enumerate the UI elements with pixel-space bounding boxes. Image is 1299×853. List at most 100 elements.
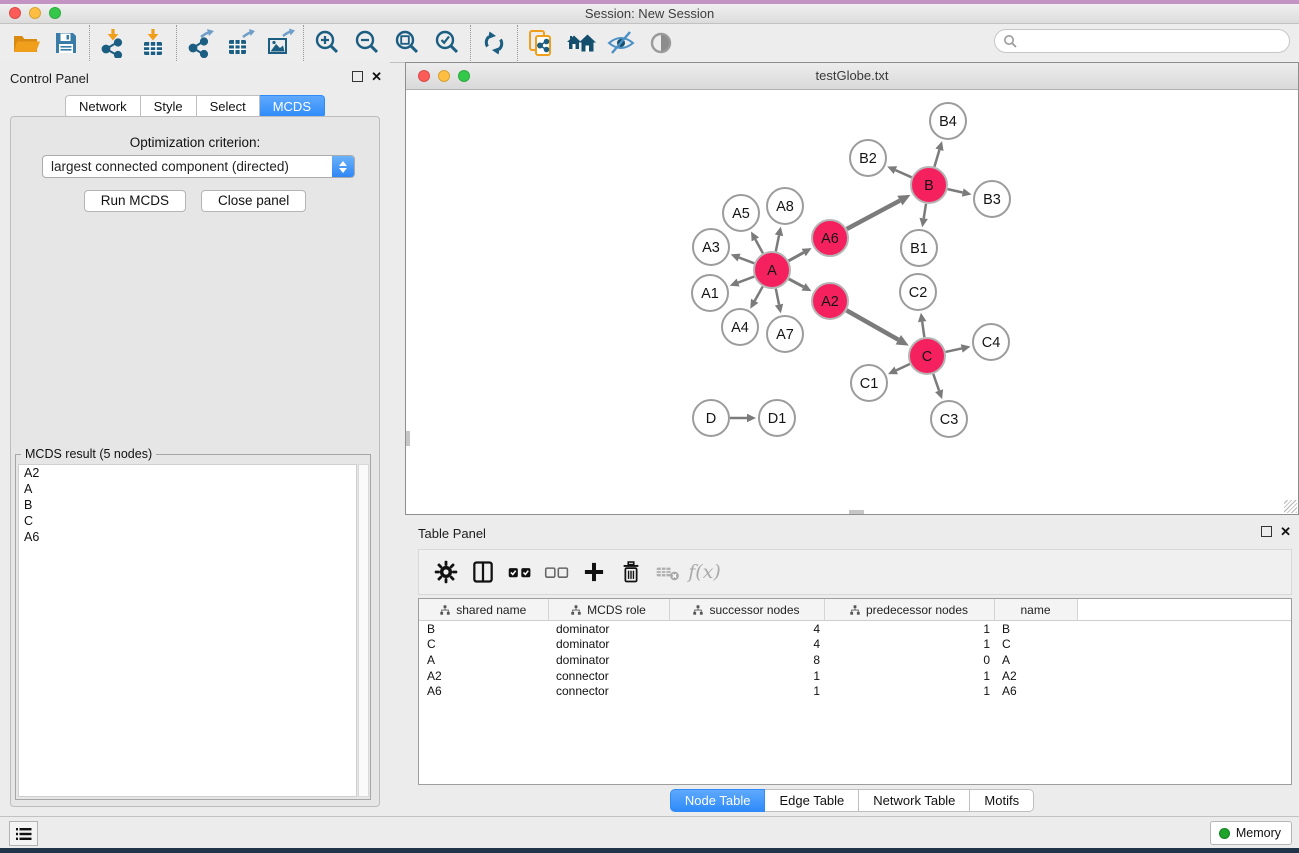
table-cell[interactable]: A2: [994, 668, 1077, 684]
column-header-MCDS-role[interactable]: MCDS role: [548, 599, 669, 621]
memory-button[interactable]: Memory: [1210, 821, 1292, 845]
graph-node-A7[interactable]: A7: [767, 316, 803, 352]
add-row-icon[interactable]: [575, 553, 612, 591]
network-horizontal-scroll-thumb[interactable]: [849, 510, 864, 514]
tab-node-table[interactable]: Node Table: [670, 789, 766, 812]
home-sessions-icon[interactable]: [561, 26, 601, 60]
run-mcds-button[interactable]: Run MCDS: [84, 190, 186, 212]
table-cell[interactable]: C: [994, 637, 1077, 653]
graph-node-B3[interactable]: B3: [974, 181, 1010, 217]
column-header-successor-nodes[interactable]: successor nodes: [669, 599, 824, 621]
column-header-name[interactable]: name: [994, 599, 1077, 621]
graph-node-B[interactable]: B: [911, 167, 947, 203]
mcds-result-item[interactable]: B: [19, 497, 356, 513]
criterion-dropdown[interactable]: largest connected component (directed): [42, 155, 355, 178]
table-cell[interactable]: dominator: [548, 637, 669, 653]
table-row[interactable]: Cdominator41C: [419, 637, 1291, 653]
close-panel-icon[interactable]: ✕: [371, 71, 382, 82]
graph-node-C2[interactable]: C2: [900, 274, 936, 310]
table-cell[interactable]: 0: [824, 652, 994, 668]
deselect-all-icon[interactable]: [538, 553, 575, 591]
graph-node-B1[interactable]: B1: [901, 230, 937, 266]
table-cell[interactable]: A: [419, 652, 548, 668]
delete-row-icon[interactable]: [612, 553, 649, 591]
table-row[interactable]: Bdominator41B: [419, 621, 1291, 637]
graph-node-C4[interactable]: C4: [973, 324, 1009, 360]
table-cell[interactable]: 1: [669, 683, 824, 699]
graph-node-B4[interactable]: B4: [930, 103, 966, 139]
zoom-out-icon[interactable]: [347, 26, 387, 60]
search-box[interactable]: [994, 29, 1290, 53]
table-cell[interactable]: dominator: [548, 621, 669, 637]
float-table-panel-icon[interactable]: [1261, 526, 1272, 537]
graph-node-C1[interactable]: C1: [851, 365, 887, 401]
graph-node-A5[interactable]: A5: [723, 195, 759, 231]
float-panel-icon[interactable]: [352, 71, 363, 82]
network-canvas[interactable]: A A1 A2 A3 A4 A5 A6 A7 A8 B B1 B2 B3 B4 C C1 C2 C3 C4 D D1: [406, 89, 1298, 514]
open-session-icon[interactable]: [6, 26, 46, 60]
table-cell[interactable]: 8: [669, 652, 824, 668]
table-cell[interactable]: 1: [824, 683, 994, 699]
graph-node-A8[interactable]: A8: [767, 188, 803, 224]
table-cell[interactable]: A6: [994, 683, 1077, 699]
column-header-shared-name[interactable]: shared name: [419, 599, 548, 621]
table-cell[interactable]: B: [994, 621, 1077, 637]
graph-node-C[interactable]: C: [909, 338, 945, 374]
tab-edge-table[interactable]: Edge Table: [765, 789, 859, 812]
graph-node-B2[interactable]: B2: [850, 140, 886, 176]
table-row[interactable]: A2connector11A2: [419, 668, 1291, 684]
table-row[interactable]: A6connector11A6: [419, 683, 1291, 699]
export-network-icon[interactable]: [180, 26, 220, 60]
refresh-icon[interactable]: [474, 26, 514, 60]
graph-node-A4[interactable]: A4: [722, 309, 758, 345]
table-cell[interactable]: dominator: [548, 652, 669, 668]
column-selector-icon[interactable]: [464, 553, 501, 591]
graph-node-A2[interactable]: A2: [812, 283, 848, 319]
tab-motifs[interactable]: Motifs: [970, 789, 1034, 812]
table-cell[interactable]: 4: [669, 637, 824, 653]
table-cell[interactable]: connector: [548, 668, 669, 684]
network-vertical-scroll-thumb[interactable]: [406, 431, 410, 446]
table-cell[interactable]: A6: [419, 683, 548, 699]
zoom-selected-icon[interactable]: [427, 26, 467, 60]
graph-node-A1[interactable]: A1: [692, 275, 728, 311]
network-resize-grip[interactable]: [1284, 500, 1297, 513]
table-cell[interactable]: 4: [669, 621, 824, 637]
export-image-icon[interactable]: [260, 26, 300, 60]
table-cell[interactable]: C: [419, 637, 548, 653]
mcds-result-item[interactable]: A6: [19, 529, 356, 545]
graph-node-A[interactable]: A: [754, 252, 790, 288]
duplicate-network-icon[interactable]: [521, 26, 561, 60]
import-table-icon[interactable]: [133, 26, 173, 60]
mcds-result-item[interactable]: C: [19, 513, 356, 529]
column-header-predecessor-nodes[interactable]: predecessor nodes: [824, 599, 994, 621]
graph-node-C3[interactable]: C3: [931, 401, 967, 437]
mcds-result-item[interactable]: A: [19, 481, 356, 497]
select-all-icon[interactable]: [501, 553, 538, 591]
hide-graphics-details-icon[interactable]: [601, 26, 641, 60]
table-cell[interactable]: A2: [419, 668, 548, 684]
table-cell[interactable]: 1: [824, 637, 994, 653]
graph-node-A3[interactable]: A3: [693, 229, 729, 265]
task-history-button[interactable]: [9, 821, 38, 846]
graph-node-D[interactable]: D: [693, 400, 729, 436]
table-cell[interactable]: 1: [824, 668, 994, 684]
table-cell[interactable]: connector: [548, 683, 669, 699]
graph-node-A6[interactable]: A6: [812, 220, 848, 256]
table-cell[interactable]: 1: [669, 668, 824, 684]
export-table-icon[interactable]: [220, 26, 260, 60]
table-settings-icon[interactable]: [427, 553, 464, 591]
mcds-result-scrollbar[interactable]: [358, 464, 369, 797]
table-cell[interactable]: A: [994, 652, 1077, 668]
zoom-in-icon[interactable]: [307, 26, 347, 60]
mcds-result-item[interactable]: A2: [19, 465, 356, 481]
save-session-icon[interactable]: [46, 26, 86, 60]
search-input[interactable]: [1018, 33, 1272, 50]
graph-node-D1[interactable]: D1: [759, 400, 795, 436]
import-network-icon[interactable]: [93, 26, 133, 60]
zoom-fit-icon[interactable]: [387, 26, 427, 60]
tab-network[interactable]: Network: [65, 95, 141, 118]
table-cell[interactable]: B: [419, 621, 548, 637]
close-table-panel-icon[interactable]: ✕: [1280, 526, 1291, 537]
tab-mcds[interactable]: MCDS: [260, 95, 325, 118]
